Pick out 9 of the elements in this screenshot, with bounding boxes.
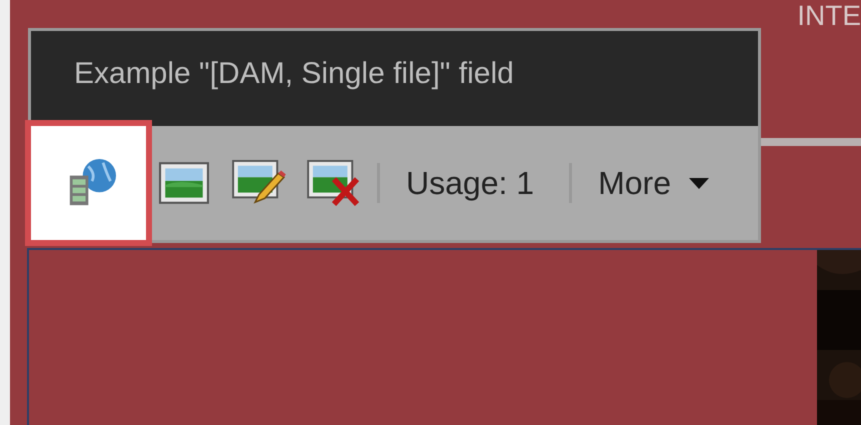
image-pencil-icon bbox=[232, 160, 286, 206]
usage-count: Usage: 1 bbox=[406, 164, 534, 203]
more-menu-button[interactable]: More bbox=[598, 159, 709, 207]
page-heading: INTE bbox=[797, 2, 861, 33]
image-icon bbox=[158, 162, 208, 204]
image-delete-icon bbox=[306, 160, 360, 206]
toolbar-button[interactable] bbox=[31, 126, 146, 240]
caret-icon bbox=[688, 178, 709, 188]
popup-title: Example "[DAM, Single file]" field bbox=[74, 56, 514, 92]
